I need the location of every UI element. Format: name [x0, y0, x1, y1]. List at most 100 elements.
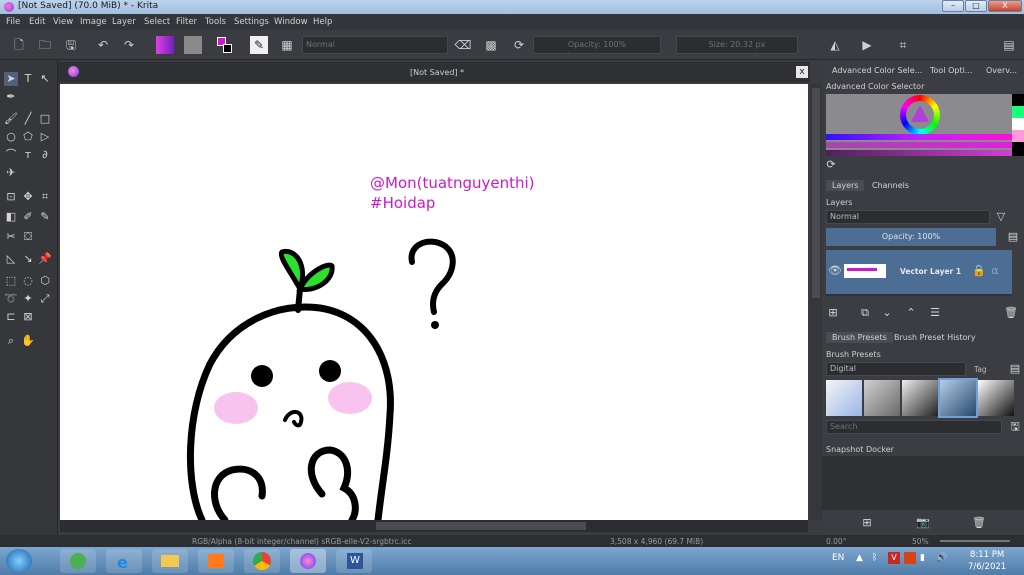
bezier-select-icon[interactable]: ⊏ — [4, 310, 18, 324]
close-document-button[interactable]: x — [796, 66, 808, 78]
measure-tool-icon[interactable]: ↘ — [21, 252, 35, 266]
preset-tag-select[interactable]: Digital — [826, 362, 966, 376]
alpha-inherit-icon[interactable]: α — [988, 264, 1002, 278]
menu-layer[interactable]: Layer — [112, 17, 136, 27]
word-icon[interactable]: W — [336, 549, 372, 573]
menu-edit[interactable]: Edit — [29, 17, 45, 27]
brush-preset-item[interactable] — [978, 380, 1014, 416]
brush-preset-item-selected[interactable] — [938, 378, 978, 418]
brush-preset-item[interactable] — [864, 380, 900, 416]
colorize-mask-icon[interactable]: ✎ — [38, 210, 52, 224]
clock-time[interactable]: 8:11 PM — [970, 550, 1004, 560]
color-wheel[interactable] — [900, 95, 940, 135]
drawing-canvas[interactable]: @Mon(tuatnguyenthi) #Hoidap — [60, 84, 808, 520]
alpha-lock-icon[interactable]: ▩ — [482, 36, 500, 54]
clock-date[interactable]: 7/6/2021 — [968, 562, 1006, 572]
menu-tools[interactable]: Tools — [205, 17, 226, 27]
pan-tool-icon[interactable]: ✋ — [21, 334, 35, 348]
horizontal-scroll-thumb[interactable] — [376, 522, 586, 530]
reference-tool-icon[interactable]: 📌 — [38, 252, 52, 266]
move-layer-up-icon[interactable]: ⌃ — [904, 306, 918, 320]
minimize-button[interactable]: – — [942, 0, 964, 12]
menu-image[interactable]: Image — [80, 17, 107, 27]
tab-layers[interactable]: Layers — [826, 180, 865, 191]
zoom-tool-icon[interactable]: ⌕ — [4, 334, 18, 348]
layer-blend-mode-select[interactable]: Normal — [826, 210, 990, 224]
crop-tool-icon[interactable]: ⌗ — [38, 190, 52, 204]
reload-icon[interactable]: ⟳ — [510, 36, 528, 54]
tab-advanced-color-selector[interactable]: Advanced Color Sele... — [832, 66, 922, 75]
menu-settings[interactable]: Settings — [234, 17, 269, 27]
document-tab[interactable]: [Not Saved] * x — [58, 62, 810, 82]
brush-preset-icon[interactable]: ✎ — [250, 36, 268, 54]
size-slider[interactable]: Size: 20.32 px — [676, 36, 798, 54]
layer-properties-icon[interactable]: ▤ — [1006, 230, 1020, 244]
tab-tool-options[interactable]: Tool Opti... — [930, 66, 972, 75]
eye-visibility-icon[interactable]: 👁 — [828, 264, 842, 278]
chrome-icon[interactable] — [244, 549, 280, 573]
transform-tool-icon[interactable]: ⊡ — [4, 190, 18, 204]
undo-icon[interactable]: ↶ — [94, 36, 112, 54]
preset-menu-icon[interactable]: ▤ — [1008, 362, 1022, 376]
preset-search-input[interactable]: Search — [826, 420, 1002, 434]
menu-file[interactable]: File — [6, 17, 20, 27]
tab-overview[interactable]: Overv... — [986, 66, 1017, 75]
rotation-angle[interactable]: 0.00° — [826, 537, 846, 546]
tab-brush-preset-history[interactable]: Brush Preset History — [894, 333, 976, 342]
open-folder-icon[interactable]: 🗀 — [36, 36, 54, 54]
lock-icon[interactable]: 🔒 — [972, 264, 986, 278]
menu-filter[interactable]: Filter — [176, 17, 197, 27]
hue-strip[interactable] — [826, 134, 1012, 140]
gradient-swatch[interactable] — [156, 36, 174, 54]
line-tool-icon[interactable]: ╱ — [21, 112, 35, 126]
taskbar-app-icon[interactable] — [60, 549, 96, 573]
select-shapes-icon[interactable]: ➤ — [4, 72, 18, 86]
menu-window[interactable]: Window — [274, 17, 308, 27]
network-icon[interactable]: ▮ — [920, 553, 925, 563]
zoom-level[interactable]: 50% — [912, 537, 929, 546]
magnetic-select-icon[interactable]: ⊠ — [21, 310, 35, 324]
saturation-strip[interactable] — [826, 142, 1012, 148]
color-selector-area[interactable] — [826, 94, 1012, 156]
polygon-tool-icon[interactable]: ⬠ — [21, 130, 35, 144]
assistant-tool-icon[interactable]: ◺ — [4, 252, 18, 266]
layer-row[interactable]: 👁 Vector Layer 1 🔒 α — [826, 250, 1012, 294]
tag-label[interactable]: Tag — [974, 365, 987, 374]
brush-grid-icon[interactable]: ▦ — [278, 36, 296, 54]
show-hidden-icons[interactable]: ▲ — [856, 553, 863, 563]
bluetooth-icon[interactable]: ᛒ — [872, 553, 877, 563]
crop-icon[interactable]: ⌗ — [894, 36, 912, 54]
start-button[interactable] — [6, 549, 32, 573]
color-history-swatches[interactable] — [1012, 94, 1024, 156]
vertical-scroll-thumb[interactable] — [812, 88, 820, 298]
opacity-slider[interactable]: Opacity: 100% — [533, 36, 661, 54]
vertical-scrollbar[interactable] — [810, 84, 822, 520]
mirror-horizontal-icon[interactable]: ◭ — [826, 36, 844, 54]
media-player-icon[interactable] — [198, 549, 234, 573]
smart-patch-icon[interactable]: ✂ — [4, 230, 18, 244]
rectangle-tool-icon[interactable]: □ — [38, 112, 52, 126]
duplicate-layer-icon[interactable]: ⧉ — [858, 306, 872, 320]
freehand-brush-icon[interactable]: 🖌 — [4, 112, 18, 126]
save-icon[interactable]: 🖫 — [62, 36, 80, 54]
dynamic-brush-icon[interactable]: ∂ — [38, 148, 52, 162]
ellipse-tool-icon[interactable]: ○ — [4, 130, 18, 144]
krita-taskbar-icon[interactable] — [290, 549, 326, 573]
file-explorer-icon[interactable] — [152, 549, 188, 573]
camera-icon[interactable]: 📷 — [916, 516, 930, 530]
similar-select-icon[interactable]: ⤢ — [38, 292, 52, 306]
new-document-icon[interactable]: 🗋 — [10, 36, 28, 54]
freehand-select-icon[interactable]: ➰ — [4, 292, 18, 306]
brush-preset-item[interactable] — [826, 380, 862, 416]
language-indicator[interactable]: EN — [832, 553, 844, 563]
menu-select[interactable]: Select — [144, 17, 170, 27]
brush-preset-item[interactable] — [902, 380, 938, 416]
bezier-tool-icon[interactable]: ⌒ — [4, 148, 18, 162]
maximize-button[interactable]: □ — [965, 0, 987, 12]
menu-view[interactable]: View — [53, 17, 73, 27]
refresh-icon[interactable]: ⟳ — [824, 158, 838, 172]
blend-mode-select[interactable]: Normal — [302, 36, 448, 54]
close-window-button[interactable]: X — [988, 0, 1022, 12]
redo-icon[interactable]: ↷ — [120, 36, 138, 54]
rect-select-icon[interactable]: ⬚ — [4, 274, 18, 288]
